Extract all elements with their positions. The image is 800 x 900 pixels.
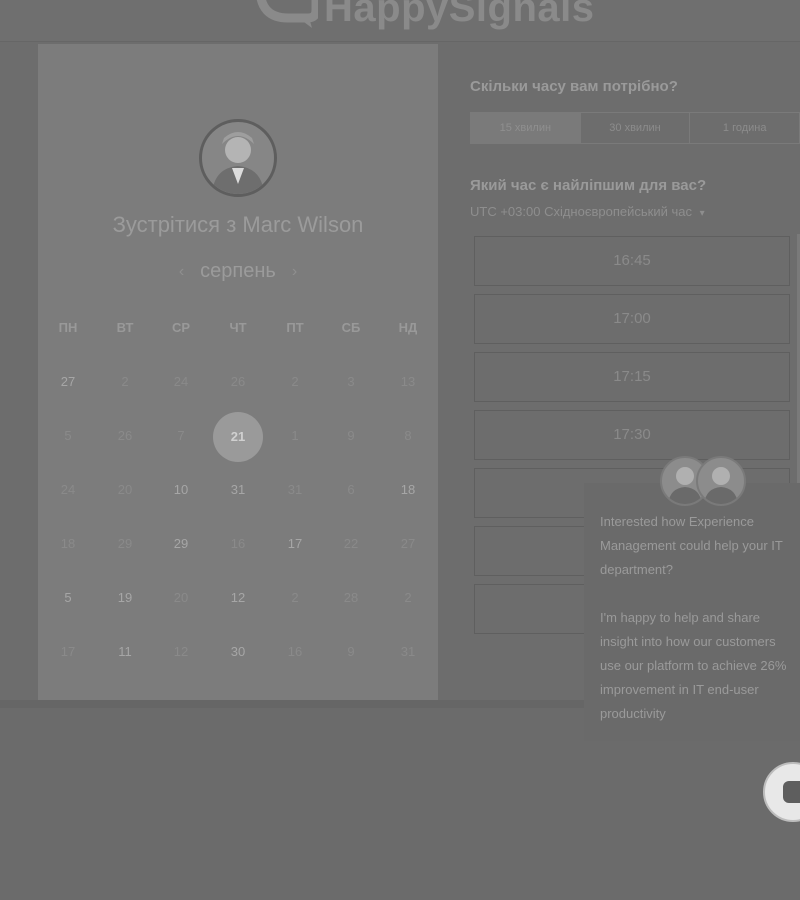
agent-avatar <box>696 456 746 506</box>
calendar-day[interactable]: 30 <box>210 644 266 659</box>
calendar-day[interactable]: 17 <box>267 536 323 551</box>
speech-bubble-logo-icon <box>248 0 321 30</box>
calendar-day[interactable]: 29 <box>97 536 153 551</box>
calendar-day[interactable]: 2 <box>97 374 153 389</box>
duration-option-60[interactable]: 1 година <box>690 113 799 143</box>
calendar-day[interactable]: 2 <box>267 374 323 389</box>
calendar-day[interactable]: 24 <box>153 374 209 389</box>
calendar-day[interactable]: 11 <box>97 644 153 659</box>
calendar-day[interactable]: 13 <box>380 374 436 389</box>
calendar-day[interactable]: 12 <box>153 644 209 659</box>
calendar-day[interactable]: 6 <box>323 482 379 497</box>
chat-launcher-button[interactable] <box>763 762 800 822</box>
calendar-day[interactable]: 5 <box>40 590 96 605</box>
calendar-day[interactable]: 26 <box>97 428 153 443</box>
calendar-day[interactable]: 16 <box>267 644 323 659</box>
calendar-day[interactable]: 3 <box>323 374 379 389</box>
calendar-day[interactable]: 31 <box>380 644 436 659</box>
calendar-day[interactable]: 17 <box>40 644 96 659</box>
calendar-day[interactable]: 20 <box>97 482 153 497</box>
chat-message-2: I'm happy to help and share insight into… <box>600 610 787 721</box>
time-slot[interactable]: 17:15 <box>474 352 790 402</box>
calendar-day[interactable]: 2 <box>380 590 436 605</box>
calendar-day[interactable]: 16 <box>210 536 266 551</box>
prev-month-chevron-icon[interactable]: ‹ <box>179 263 184 281</box>
logo[interactable]: HappySignals <box>248 0 595 30</box>
calendar-day[interactable]: 1 <box>267 428 323 443</box>
calendar-day[interactable]: 7 <box>153 428 209 443</box>
next-month-chevron-icon[interactable]: › <box>292 263 297 281</box>
calendar-day[interactable]: 20 <box>153 590 209 605</box>
weekday-header: СР <box>171 320 191 335</box>
header: HappySignals <box>0 0 800 42</box>
duration-option-30[interactable]: 30 хвилин <box>581 113 691 143</box>
calendar-day[interactable]: 18 <box>40 536 96 551</box>
calendar-day[interactable]: 18 <box>380 482 436 497</box>
timezone-label: UTC +03:00 Східноєвропейський час <box>470 204 692 219</box>
calendar-day[interactable]: 26 <box>210 374 266 389</box>
calendar-day[interactable]: 27 <box>380 536 436 551</box>
time-slot[interactable]: 17:30 <box>474 410 790 460</box>
time-slot[interactable]: 17:00 <box>474 294 790 344</box>
month-navigation: ‹ серпень › <box>38 260 438 283</box>
weekday-header: НД <box>398 320 418 335</box>
time-question: Який час є найліпшим для вас? <box>470 177 707 194</box>
calendar-day[interactable]: 27 <box>40 374 96 389</box>
calendar-day[interactable]: 31 <box>210 482 266 497</box>
calendar-day[interactable]: 8 <box>380 428 436 443</box>
duration-question: Скільки часу вам потрібно? <box>470 78 678 95</box>
calendar-day[interactable]: 29 <box>153 536 209 551</box>
calendar-day[interactable]: 12 <box>210 590 266 605</box>
calendar-day[interactable]: 9 <box>323 644 379 659</box>
duration-option-15[interactable]: 15 хвилин <box>471 113 581 143</box>
weekday-header: ЧТ <box>229 320 247 335</box>
weekday-header: ВТ <box>116 320 134 335</box>
calendar-day[interactable]: 2 <box>267 590 323 605</box>
calendar-day-selected[interactable]: 21 <box>213 412 263 462</box>
chevron-down-icon: ▾ <box>699 208 705 219</box>
chat-agent-avatars <box>660 456 750 508</box>
weekday-header: СБ <box>341 320 361 335</box>
calendar-day[interactable]: 28 <box>323 590 379 605</box>
chat-bubble-icon <box>783 781 800 803</box>
host-avatar <box>199 119 277 197</box>
meeting-title: Зустрітися з Marc Wilson <box>112 212 364 237</box>
duration-selector: 15 хвилин 30 хвилин 1 година <box>470 112 800 144</box>
month-label: серпень <box>200 260 276 282</box>
calendar-day[interactable]: 24 <box>40 482 96 497</box>
calendar-day[interactable]: 19 <box>97 590 153 605</box>
calendar-day[interactable]: 5 <box>40 428 96 443</box>
logo-text: HappySignals <box>324 0 595 30</box>
calendar-day[interactable]: 22 <box>323 536 379 551</box>
calendar-day[interactable]: 10 <box>153 482 209 497</box>
weekday-header: ПН <box>58 320 78 335</box>
chat-message-1: Interested how Experience Management cou… <box>600 514 783 577</box>
time-slot[interactable]: 16:45 <box>474 236 790 286</box>
chat-message: Interested how Experience Management cou… <box>600 510 800 750</box>
weekday-header: ПТ <box>286 320 304 335</box>
calendar-day[interactable]: 31 <box>267 482 323 497</box>
timezone-dropdown[interactable]: UTC +03:00 Східноєвропейський час ▾ <box>470 204 705 219</box>
calendar-day[interactable]: 9 <box>323 428 379 443</box>
